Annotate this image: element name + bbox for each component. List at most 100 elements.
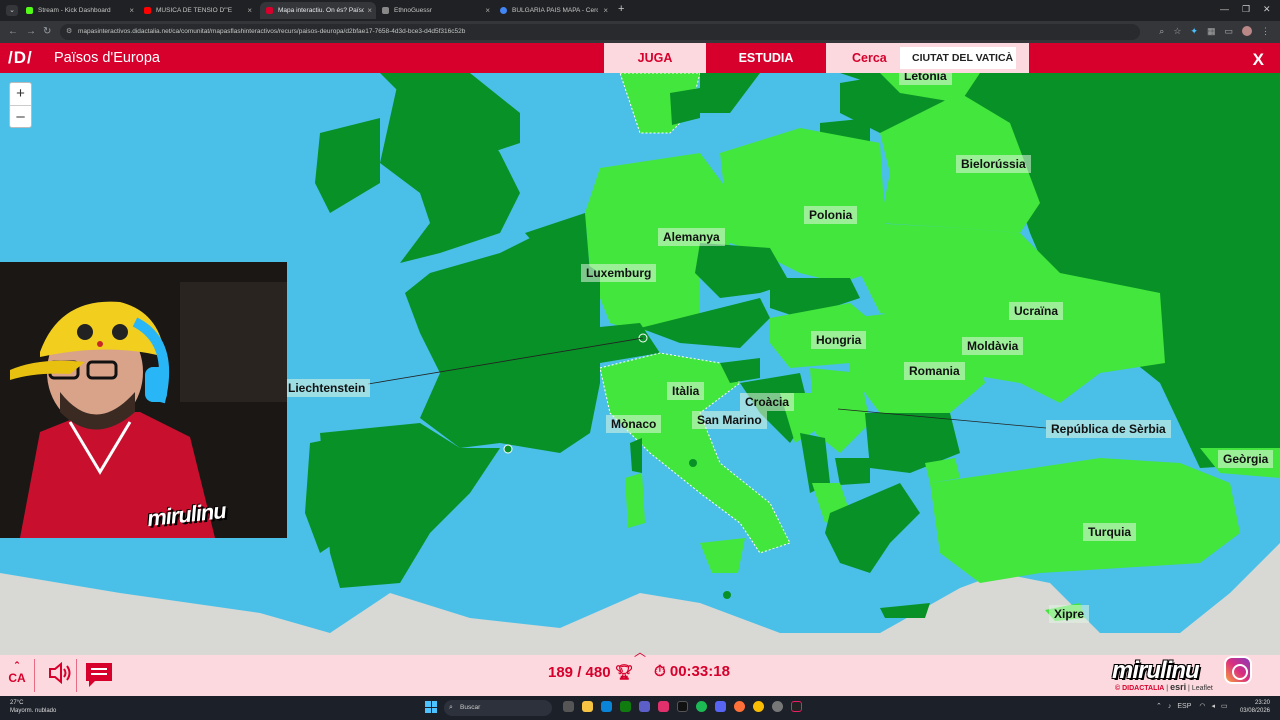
sound-toggle-button[interactable]	[48, 661, 72, 689]
country-label-italia[interactable]: Itàlia	[667, 382, 705, 400]
forward-arrow-icon[interactable]: →	[26, 26, 36, 37]
volume-icon[interactable]: ◂	[1211, 703, 1221, 710]
address-bar[interactable]: ⚙ mapasinteractivos.didactalia.net/ca/co…	[60, 24, 1140, 40]
country-label-alemanya[interactable]: Alemanya	[658, 228, 725, 246]
country-label-moldavia[interactable]: Moldàvia	[962, 337, 1024, 355]
close-tab-icon[interactable]: ×	[129, 6, 134, 15]
country-label-romania[interactable]: Romania	[904, 362, 965, 380]
close-tab-icon[interactable]: ×	[247, 6, 252, 15]
chrome-icon[interactable]	[753, 701, 764, 712]
country-label-polonia[interactable]: Polonia	[804, 206, 858, 224]
country-label-hongria[interactable]: Hongria	[811, 331, 867, 349]
windows-start-icon[interactable]	[425, 701, 437, 713]
task-view-icon[interactable]	[563, 701, 574, 712]
weather-widget[interactable]: 27°C Mayorm. nublado	[10, 699, 56, 715]
file-explorer-icon[interactable]	[582, 701, 593, 712]
minimize-button[interactable]: —	[1220, 4, 1229, 14]
search-input[interactable]	[900, 47, 1016, 69]
app-icon[interactable]	[658, 701, 669, 712]
chevron-up-icon[interactable]: ⌃	[1156, 703, 1168, 710]
browser-tab-ethnoguessr[interactable]: EthnoGuessr ×	[376, 2, 494, 19]
close-tab-icon[interactable]: ×	[485, 6, 490, 15]
search-panel: Cerca	[826, 43, 1029, 73]
edge-icon[interactable]	[601, 701, 612, 712]
close-tab-icon[interactable]: ×	[367, 6, 372, 15]
marker-malta	[723, 591, 731, 599]
input-language[interactable]: ESP	[1177, 703, 1191, 710]
browser-tab-music[interactable]: MÚSICA DE TENSIÓ D'"EL C ×	[138, 2, 256, 19]
browser-tabbar: ⌄ Stream - Kick Dashboard × MÚSICA DE TE…	[0, 0, 1280, 21]
zoom-out-button[interactable]: –	[10, 105, 31, 127]
ethnoguessr-favicon-icon	[382, 7, 389, 14]
reload-icon[interactable]: ↻	[43, 26, 51, 37]
country-label-serbia[interactable]: República de Sèrbia	[1046, 420, 1171, 438]
language-selector[interactable]: ⌃ CA	[8, 660, 26, 685]
tab-search-button[interactable]: ⌄	[6, 5, 18, 16]
mic-icon[interactable]: ♪	[1168, 703, 1178, 710]
language-label: CA	[8, 671, 26, 685]
tiktok-studio-icon[interactable]	[791, 701, 802, 712]
zoom-icon[interactable]: ⌕	[1159, 26, 1164, 37]
new-tab-button[interactable]: +	[618, 3, 624, 15]
webcam-overlay: mirulinu	[0, 262, 287, 538]
extension-icon[interactable]: ✦	[1190, 26, 1198, 37]
discord-icon[interactable]	[715, 701, 726, 712]
youtube-favicon-icon	[144, 7, 151, 14]
wifi-icon[interactable]: ◠	[1191, 703, 1211, 710]
menu-icon[interactable]: ⋮	[1261, 26, 1270, 37]
country-label-ucraina[interactable]: Ucraïna	[1009, 302, 1064, 320]
puzzle-icon[interactable]: ▦	[1207, 26, 1216, 37]
battery-icon[interactable]: ▭	[1221, 703, 1234, 710]
country-label-letonia[interactable]: Letònia	[899, 73, 952, 85]
firefox-icon[interactable]	[734, 701, 745, 712]
tab-title: BULGARIA PAIS MAPA - Cerca	[512, 7, 598, 14]
back-arrow-icon[interactable]: ←	[8, 26, 18, 37]
tab-play[interactable]: JUGA	[604, 43, 706, 73]
taskbar-search[interactable]: ⌕ Buscar	[444, 700, 552, 716]
map-credits: © DIDACTALIA | esri | Leaflet	[1115, 682, 1213, 692]
maximize-button[interactable]: ❐	[1242, 4, 1250, 15]
country-label-georgia[interactable]: Geòrgia	[1218, 450, 1274, 468]
country-label-croacia[interactable]: Croàcia	[740, 393, 795, 411]
tab-title: MÚSICA DE TENSIÓ D'"EL C	[156, 7, 232, 14]
streamer-video-frame	[0, 262, 287, 538]
browser-tab-kick[interactable]: Stream - Kick Dashboard ×	[20, 2, 138, 19]
close-button[interactable]: X	[1253, 50, 1264, 70]
marker-monaco	[503, 444, 513, 454]
country-label-liechtenstein[interactable]: Liechtenstein	[283, 379, 371, 397]
leaflet-credit[interactable]: Leaflet	[1192, 685, 1213, 692]
marker-vatican	[689, 459, 697, 467]
obs-icon[interactable]	[772, 701, 783, 712]
clock[interactable]: 23:20 03/08/2026	[1240, 699, 1270, 715]
country-label-san-marino[interactable]: San Marino	[692, 411, 767, 429]
country-label-turquia[interactable]: Turquia	[1083, 523, 1137, 541]
teams-icon[interactable]	[639, 701, 650, 712]
country-label-monaco[interactable]: Mònaco	[606, 415, 662, 433]
browser-tab-google[interactable]: BULGARIA PAIS MAPA - Cerca ×	[494, 2, 612, 19]
xbox-icon[interactable]	[620, 701, 631, 712]
didactalia-logo[interactable]: /D/	[8, 48, 33, 68]
browser-tab-map[interactable]: Mapa interactiu. On és? Països ×	[260, 2, 376, 19]
didactalia-credit[interactable]: © DIDACTALIA	[1115, 685, 1164, 692]
country-label-xipre[interactable]: Xipre	[1049, 605, 1090, 623]
esri-credit[interactable]: esri	[1170, 682, 1186, 692]
tab-study[interactable]: ESTUDIA	[706, 43, 826, 73]
close-window-button[interactable]: ✕	[1263, 4, 1271, 15]
close-tab-icon[interactable]: ×	[603, 6, 608, 15]
expand-panel-icon[interactable]: ︿	[634, 643, 646, 660]
chat-button[interactable]	[85, 662, 113, 693]
profile-avatar[interactable]	[1242, 26, 1252, 36]
country-label-bielorussia[interactable]: Bielorússia	[956, 155, 1031, 173]
country-label-luxemburg[interactable]: Luxemburg	[581, 264, 657, 282]
zoom-in-button[interactable]: +	[10, 83, 31, 105]
didactalia-favicon-icon	[266, 7, 273, 14]
bottom-bar: ︿ ⌃ CA 189 / 480 🏆︎ ⏱︎ 00:33:18 mirulinu	[0, 645, 1280, 696]
tiktok-icon[interactable]	[677, 701, 688, 712]
kick-favicon-icon	[26, 7, 33, 14]
bookmark-star-icon[interactable]: ☆	[1173, 26, 1181, 37]
system-tray[interactable]: ⌃♪ESP ◠◂▭	[1156, 702, 1234, 710]
site-info-icon[interactable]: ⚙	[66, 24, 72, 40]
sidebar-icon[interactable]: ▭	[1224, 26, 1233, 37]
country-denmark-island	[670, 88, 700, 125]
spotify-icon[interactable]	[696, 701, 707, 712]
